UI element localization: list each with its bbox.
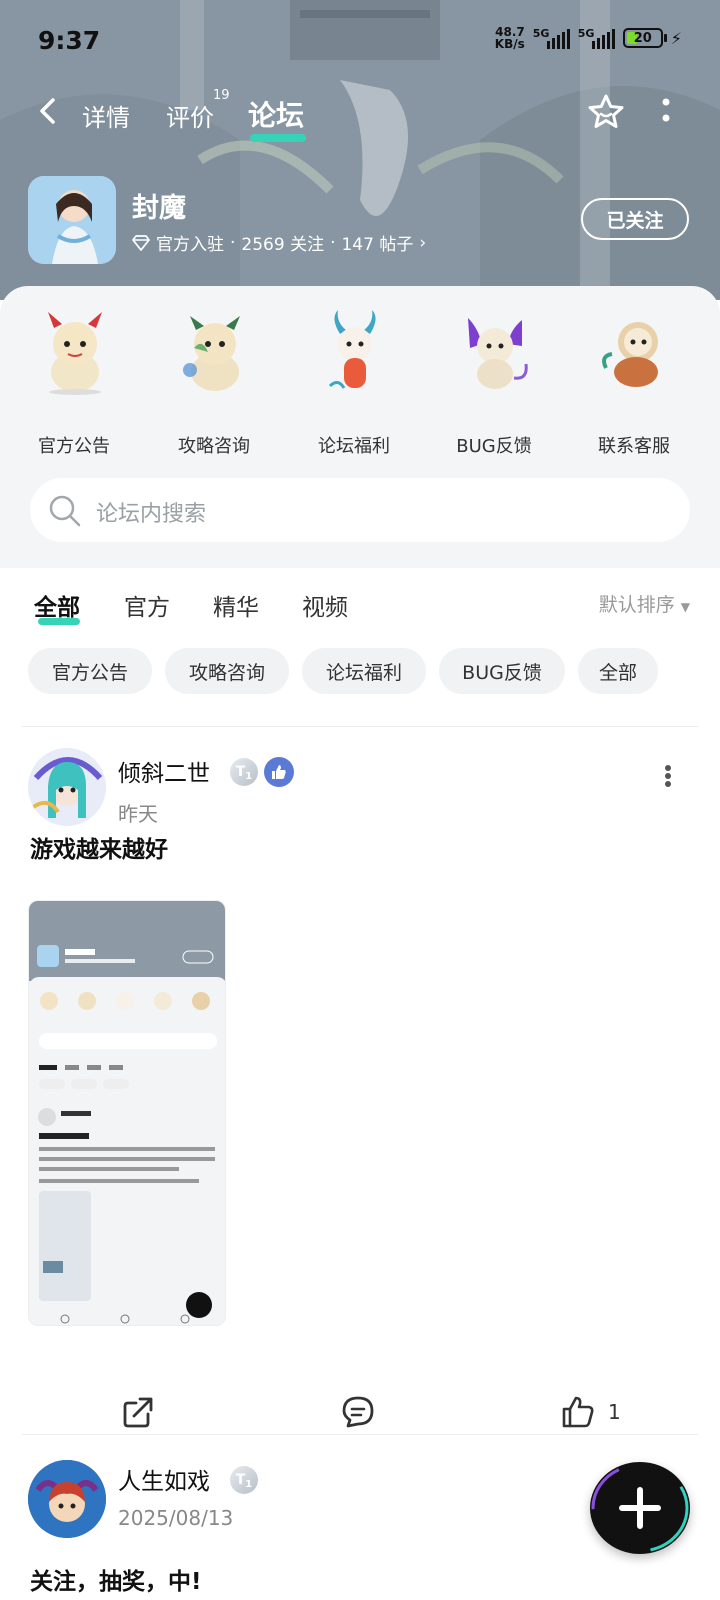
tab-forum[interactable]: 论坛 bbox=[248, 94, 304, 134]
avatar[interactable] bbox=[28, 748, 106, 826]
status-icons: 48.7 KB/s 5G 5G 20 ⚡ bbox=[495, 26, 682, 50]
chip-forum-benefits[interactable]: 论坛福利 bbox=[302, 648, 426, 694]
status-time: 9:37 bbox=[38, 26, 101, 55]
top-nav: 详情 评价 19 论坛 bbox=[0, 84, 720, 144]
divider bbox=[22, 1434, 698, 1435]
level-badge: T1 bbox=[230, 758, 258, 786]
post-title[interactable]: 游戏越来越好 bbox=[30, 830, 168, 864]
app-meta[interactable]: 官方入驻 · 2569 关注 · 147 帖子 › bbox=[132, 230, 426, 255]
author-name[interactable]: 倾斜二世 bbox=[118, 754, 210, 788]
dragon-mascot-white-blue-horns-icon bbox=[328, 310, 376, 389]
filter-tabs: 全部 官方 精华 视频 默认排序 ▼ bbox=[0, 568, 720, 638]
sort-dropdown[interactable]: 默认排序 ▼ bbox=[599, 590, 690, 617]
reviews-count-badge: 19 bbox=[213, 88, 230, 103]
level-badge: T1 bbox=[230, 1466, 258, 1494]
search-icon bbox=[49, 495, 81, 527]
category-chips: 官方公告 攻略咨询 论坛福利 BUG反馈 全部 bbox=[0, 640, 720, 700]
share-icon bbox=[123, 1397, 153, 1428]
post-image-thumbnail[interactable] bbox=[28, 900, 226, 1326]
filter-tab-video[interactable]: 视频 bbox=[302, 588, 348, 622]
author-name[interactable]: 人生如戏 bbox=[118, 1462, 210, 1496]
active-tab-indicator bbox=[250, 134, 306, 142]
posts-count: 147 帖子 bbox=[341, 235, 414, 255]
thumbs-up-icon bbox=[562, 1396, 594, 1428]
dragon-mascot-green-icon bbox=[183, 316, 240, 391]
chevron-right-icon: › bbox=[419, 232, 427, 253]
charging-icon: ⚡ bbox=[670, 28, 682, 48]
category-bug-feedback[interactable]: BUG反馈 bbox=[424, 308, 564, 457]
divider bbox=[22, 726, 698, 727]
filter-tab-official[interactable]: 官方 bbox=[124, 588, 170, 622]
app-name: 封魔 bbox=[132, 193, 186, 224]
followers-count: 2569 关注 bbox=[241, 235, 325, 255]
category-forum-benefits[interactable]: 论坛福利 bbox=[284, 308, 424, 457]
tab-details[interactable]: 详情 bbox=[82, 98, 130, 133]
post-title[interactable]: 关注，抽奖，中! bbox=[30, 1562, 202, 1596]
signal-icon-sim1: 5G bbox=[533, 27, 570, 49]
search-placeholder: 论坛内搜索 bbox=[96, 502, 207, 527]
like-count: 1 bbox=[608, 1400, 621, 1424]
caret-down-icon: ▼ bbox=[680, 600, 690, 614]
plus-icon bbox=[591, 1463, 689, 1553]
follow-button[interactable]: 已关注 bbox=[581, 198, 689, 240]
category-panel: 官方公告 攻略咨询 论坛福利 BUG反馈 联系客服 论坛内搜索 bbox=[0, 286, 720, 568]
category-customer-service[interactable]: 联系客服 bbox=[564, 308, 704, 457]
filter-tab-featured[interactable]: 精华 bbox=[213, 588, 259, 622]
post-more-icon[interactable] bbox=[664, 764, 672, 788]
star-icon[interactable] bbox=[586, 92, 626, 132]
category-official-announcements[interactable]: 官方公告 bbox=[4, 308, 144, 457]
back-arrow-icon[interactable] bbox=[34, 96, 64, 126]
new-post-button[interactable] bbox=[590, 1462, 690, 1554]
hero-header: 9:37 48.7 KB/s 5G 5G 20 ⚡ 详情 评价 19 论坛 封魔… bbox=[0, 0, 720, 300]
status-bar: 9:37 48.7 KB/s 5G 5G 20 ⚡ bbox=[0, 0, 720, 78]
comment-button[interactable] bbox=[340, 1394, 376, 1430]
dragon-mascot-red-horns-icon bbox=[48, 312, 102, 395]
filter-tab-all[interactable]: 全部 bbox=[34, 588, 80, 622]
signal-icon-sim2: 5G bbox=[578, 27, 615, 49]
forum-search-input[interactable]: 论坛内搜索 bbox=[30, 478, 690, 542]
thumbs-up-badge-icon bbox=[264, 757, 294, 787]
avatar[interactable] bbox=[28, 1460, 106, 1538]
chip-official-announcements[interactable]: 官方公告 bbox=[28, 648, 152, 694]
dragon-mascot-lion-icon bbox=[602, 322, 658, 387]
post-date: 2025/08/13 bbox=[118, 1506, 234, 1530]
dragon-mascot-purple-wings-icon bbox=[468, 318, 528, 389]
diamond-icon bbox=[132, 234, 150, 251]
battery-icon: 20 ⚡ bbox=[622, 28, 682, 48]
app-icon[interactable] bbox=[28, 176, 116, 264]
tab-reviews[interactable]: 评价 bbox=[166, 98, 214, 133]
like-button[interactable]: 1 bbox=[560, 1394, 621, 1430]
chip-all[interactable]: 全部 bbox=[578, 648, 658, 694]
network-speed: 48.7 KB/s bbox=[494, 25, 525, 51]
official-label: 官方入驻 bbox=[156, 235, 224, 255]
share-button[interactable] bbox=[120, 1394, 156, 1430]
comment-icon bbox=[342, 1396, 374, 1428]
forum-page: 9:37 48.7 KB/s 5G 5G 20 ⚡ 详情 评价 19 论坛 封魔… bbox=[0, 0, 720, 1600]
post-date: 昨天 bbox=[118, 802, 158, 826]
more-vertical-icon[interactable] bbox=[660, 96, 672, 126]
category-strategy[interactable]: 攻略咨询 bbox=[144, 308, 284, 457]
chip-bug-feedback[interactable]: BUG反馈 bbox=[439, 648, 565, 694]
app-info: 封魔 官方入驻 · 2569 关注 · 147 帖子 › 已关注 bbox=[28, 176, 698, 266]
chip-strategy[interactable]: 攻略咨询 bbox=[165, 648, 289, 694]
filter-active-indicator bbox=[38, 618, 80, 625]
